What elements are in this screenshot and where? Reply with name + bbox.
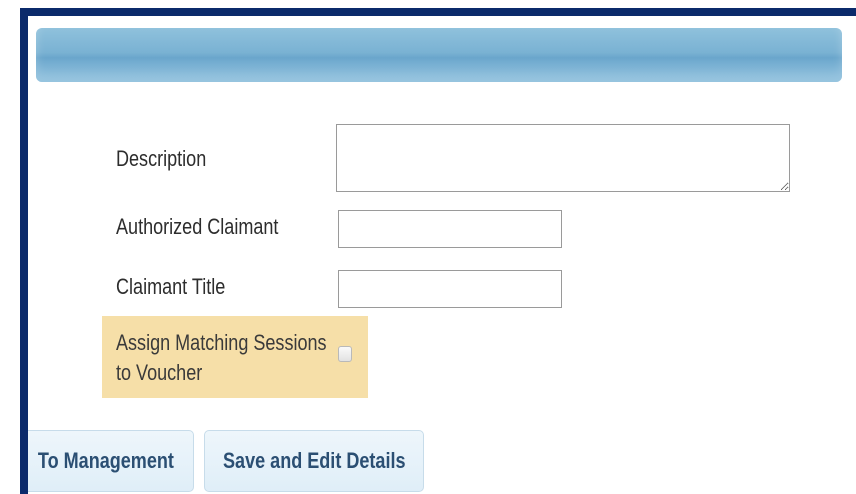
assign-matching-label-line1: Assign Matching Sessions	[116, 330, 327, 355]
assign-matching-label-line2: to Voucher	[116, 360, 203, 385]
save-and-edit-details-button-label: Save and Edit Details	[222, 448, 406, 473]
to-management-button[interactable]: To Management	[28, 430, 194, 492]
panel-header-bar	[36, 28, 842, 82]
authorized-claimant-label: Authorized Claimant	[116, 214, 279, 239]
window-frame: Description Authorized Claimant Claimant…	[20, 8, 856, 494]
authorized-claimant-input[interactable]	[338, 210, 562, 248]
assign-matching-checkbox[interactable]	[338, 346, 352, 362]
claimant-title-input[interactable]	[338, 270, 562, 308]
assign-matching-highlight: Assign Matching Sessions to Voucher	[102, 316, 368, 398]
description-label: Description	[116, 146, 207, 171]
description-textarea[interactable]	[336, 124, 790, 192]
save-and-edit-details-button[interactable]: Save and Edit Details	[204, 430, 424, 492]
claimant-title-label: Claimant Title	[116, 274, 226, 299]
form-panel: Description Authorized Claimant Claimant…	[28, 16, 856, 494]
to-management-button-label: To Management	[38, 448, 174, 473]
assign-matching-label: Assign Matching Sessions to Voucher	[116, 328, 327, 388]
